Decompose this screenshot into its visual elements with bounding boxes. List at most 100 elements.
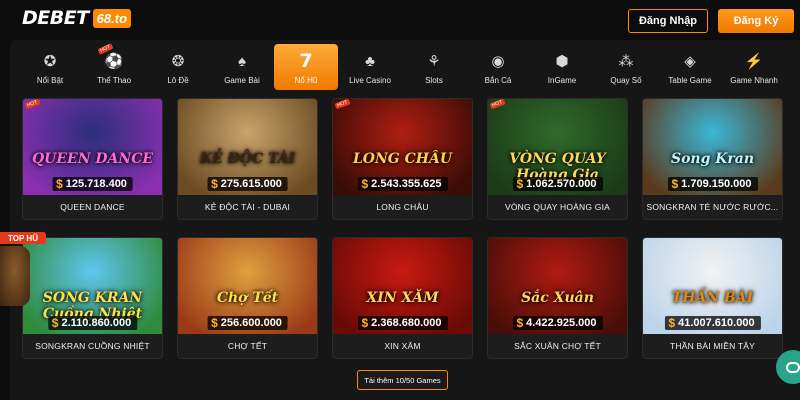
game-name: SONGKRAN CUỒNG NHIỆT bbox=[35, 341, 150, 351]
nav-item-balls[interactable]: ⁂ Quay Số bbox=[594, 44, 658, 90]
jackpot-amount: $125.718.400 bbox=[52, 177, 133, 191]
jackpot-amount: $2.543.355.625 bbox=[357, 177, 448, 191]
game-card[interactable]: Chợ Tết $256.600.000 CHỢ TẾT bbox=[177, 237, 318, 359]
dollar-icon: $ bbox=[516, 177, 524, 191]
game-art-title: Sắc Xuân bbox=[521, 290, 594, 306]
dollar-icon: $ bbox=[211, 177, 218, 191]
game-card[interactable]: VÒNG QUAY Hoàng Gia $1.062.570.000 HOT VÒNG… bbox=[487, 98, 628, 220]
game-card[interactable]: THẦN BÀI $41.007.610.000 THẦN BÀI MIỀN TÂY bbox=[642, 237, 783, 359]
nav-item-casino-chip[interactable]: ♣ Live Casino bbox=[338, 44, 402, 90]
game-thumbnail[interactable]: VÒNG QUAY Hoàng Gia $1.062.570.000 HOT bbox=[488, 99, 627, 195]
jackpot-value: 41.007.610.000 bbox=[678, 317, 755, 329]
top-hu-pot-icon[interactable] bbox=[0, 246, 30, 306]
dollar-icon: $ bbox=[668, 316, 676, 330]
game-card[interactable]: LONG CHÂU $2.543.355.625 HOT LONG CHÂU bbox=[332, 98, 473, 220]
medal-icon: ✪ bbox=[43, 52, 57, 70]
top-hu-badge[interactable]: TOP HŨ bbox=[0, 232, 46, 244]
fish-icon: ◉ bbox=[491, 52, 505, 70]
game-name: KẺ ĐỘC TÀI - DUBAI bbox=[204, 202, 291, 212]
jackpot-value: 1.062.570.000 bbox=[526, 178, 597, 190]
soccer-ball-icon: ⚽ bbox=[104, 52, 124, 70]
nav-item-soccer-ball[interactable]: ⚽ Thể Thao HOT bbox=[82, 43, 146, 90]
dollar-icon: $ bbox=[361, 177, 369, 191]
game-name: VÒNG QUAY HOÀNG GIA bbox=[504, 202, 611, 212]
jackpot-value: 2.543.355.625 bbox=[371, 178, 442, 190]
site-logo[interactable]: DEBET 68.to bbox=[22, 6, 132, 30]
game-card[interactable]: Sắc Xuân $4.422.925.000 SẮC XUÂN CHỢ TẾT bbox=[487, 237, 628, 359]
jackpot-value: 4.422.925.000 bbox=[526, 317, 597, 329]
game-thumbnail[interactable]: THẦN BÀI $41.007.610.000 bbox=[643, 238, 782, 334]
game-name: SONGKRAN TÉ NƯỚC RƯỚC... bbox=[646, 202, 779, 212]
game-name: LONG CHÂU bbox=[376, 202, 429, 212]
jackpot-value: 275.615.000 bbox=[220, 178, 282, 190]
nav-item-cherries[interactable]: ⚘ Slots bbox=[402, 44, 466, 90]
register-button[interactable]: Đăng Ký bbox=[718, 9, 794, 33]
slot-seven-icon: 7 bbox=[299, 49, 313, 72]
game-thumbnail[interactable]: Chợ Tết $256.600.000 bbox=[178, 238, 317, 334]
nav-item-label: InGame bbox=[547, 76, 577, 85]
login-button[interactable]: Đăng Nhập bbox=[628, 9, 708, 33]
game-thumbnail[interactable]: KẺ ĐỘC TÀI $275.615.000 bbox=[178, 99, 317, 195]
load-more-button[interactable]: Tải thêm 10/50 Games bbox=[357, 370, 448, 390]
game-card[interactable]: SONG KRAN Cuồng Nhiệt $2.110.860.000 SONGK… bbox=[22, 237, 163, 359]
nav-item-label: Table Game bbox=[668, 76, 712, 85]
nav-item-playing-cards[interactable]: ♠ Game Bài bbox=[210, 44, 274, 90]
nav-item-medal[interactable]: ✪ Nổi Bật bbox=[18, 44, 82, 90]
game-card[interactable]: XIN XĂM $2.368.680.000 XIN XĂM bbox=[332, 237, 473, 359]
jackpot-amount: $1.709.150.000 bbox=[667, 177, 758, 191]
game-thumbnail[interactable]: Song Kran $1.709.150.000 bbox=[643, 99, 782, 195]
nav-item-lightning[interactable]: ⚡ Game Nhanh bbox=[722, 44, 786, 90]
game-name: XIN XĂM bbox=[384, 341, 421, 351]
dollar-icon: $ bbox=[361, 316, 369, 330]
game-name: CHỢ TẾT bbox=[227, 341, 268, 351]
chat-bubble-icon bbox=[786, 361, 800, 373]
dollar-icon: $ bbox=[56, 177, 63, 191]
game-card[interactable]: KẺ ĐỘC TÀI $275.615.000 KẺ ĐỘC TÀI - DUBAI bbox=[177, 98, 318, 220]
nav-item-slot-seven[interactable]: 7 Nổ Hũ bbox=[274, 44, 338, 90]
nav-item-label: Thể Thao bbox=[96, 76, 132, 85]
game-thumbnail[interactable]: XIN XĂM $2.368.680.000 bbox=[333, 238, 472, 334]
jackpot-value: 2.368.680.000 bbox=[371, 317, 442, 329]
dollar-icon: $ bbox=[671, 177, 679, 191]
hot-badge: HOT bbox=[489, 99, 506, 110]
jackpot-amount: $2.368.680.000 bbox=[357, 316, 448, 330]
jackpot-amount: $275.615.000 bbox=[207, 177, 288, 191]
casino-chip-icon: ♣ bbox=[365, 52, 375, 70]
nav-item-label: Slots bbox=[425, 76, 443, 85]
jackpot-amount: $256.600.000 bbox=[207, 316, 288, 330]
logo-text: DEBET bbox=[22, 7, 89, 29]
jackpot-amount: $41.007.610.000 bbox=[664, 316, 761, 330]
jackpot-amount: $1.062.570.000 bbox=[512, 177, 603, 191]
hot-badge: HOT bbox=[24, 99, 41, 110]
table-chip-icon: ◈ bbox=[684, 52, 696, 70]
game-card[interactable]: QUEEN DANCE $125.718.400 HOT QUEEN DANCE bbox=[22, 98, 163, 220]
lightning-icon: ⚡ bbox=[744, 52, 764, 70]
jackpot-amount: $4.422.925.000 bbox=[512, 316, 603, 330]
dollar-icon: $ bbox=[51, 316, 59, 330]
game-card[interactable]: Song Kran $1.709.150.000 SONGKRAN TÉ NƯỚC … bbox=[642, 98, 783, 220]
nav-item-label: Game Bài bbox=[224, 76, 260, 85]
game-name: QUEEN DANCE bbox=[60, 202, 125, 212]
category-nav: ✪ Nổi Bật ⚽ Thể Thao HOT ❂ Lô Đề ♠ Game Bài 7 Nổ H… bbox=[18, 43, 788, 90]
jackpot-value: 256.600.000 bbox=[220, 317, 282, 329]
balls-icon: ⁂ bbox=[618, 52, 634, 70]
nav-item-label: Nổi Bật bbox=[36, 76, 64, 85]
game-art-title: XIN XĂM bbox=[366, 290, 439, 306]
jackpot-value: 1.709.150.000 bbox=[681, 178, 752, 190]
nav-item-dice[interactable]: ⬢ InGame bbox=[530, 44, 594, 90]
cherries-icon: ⚘ bbox=[427, 52, 441, 70]
game-thumbnail[interactable]: LONG CHÂU $2.543.355.625 HOT bbox=[333, 99, 472, 195]
nav-item-label: Lô Đề bbox=[167, 76, 189, 85]
nav-item-label: Nổ Hũ bbox=[294, 76, 318, 85]
nav-item-lottery-wheel[interactable]: ❂ Lô Đề bbox=[146, 44, 210, 90]
jackpot-value: 2.110.860.000 bbox=[61, 317, 132, 329]
game-art-title: KẺ ĐỘC TÀI bbox=[199, 151, 296, 167]
game-thumbnail[interactable]: Sắc Xuân $4.422.925.000 bbox=[488, 238, 627, 334]
game-art-title: Chợ Tết bbox=[216, 290, 279, 306]
game-thumbnail[interactable]: QUEEN DANCE $125.718.400 HOT bbox=[23, 99, 162, 195]
nav-item-fish[interactable]: ◉ Bắn Cá bbox=[466, 44, 530, 90]
nav-item-table-chip[interactable]: ◈ Table Game bbox=[658, 44, 722, 90]
hot-badge: HOT bbox=[334, 99, 351, 110]
nav-item-label: Live Casino bbox=[349, 76, 391, 85]
game-thumbnail[interactable]: SONG KRAN Cuồng Nhiệt $2.110.860.000 bbox=[23, 238, 162, 334]
